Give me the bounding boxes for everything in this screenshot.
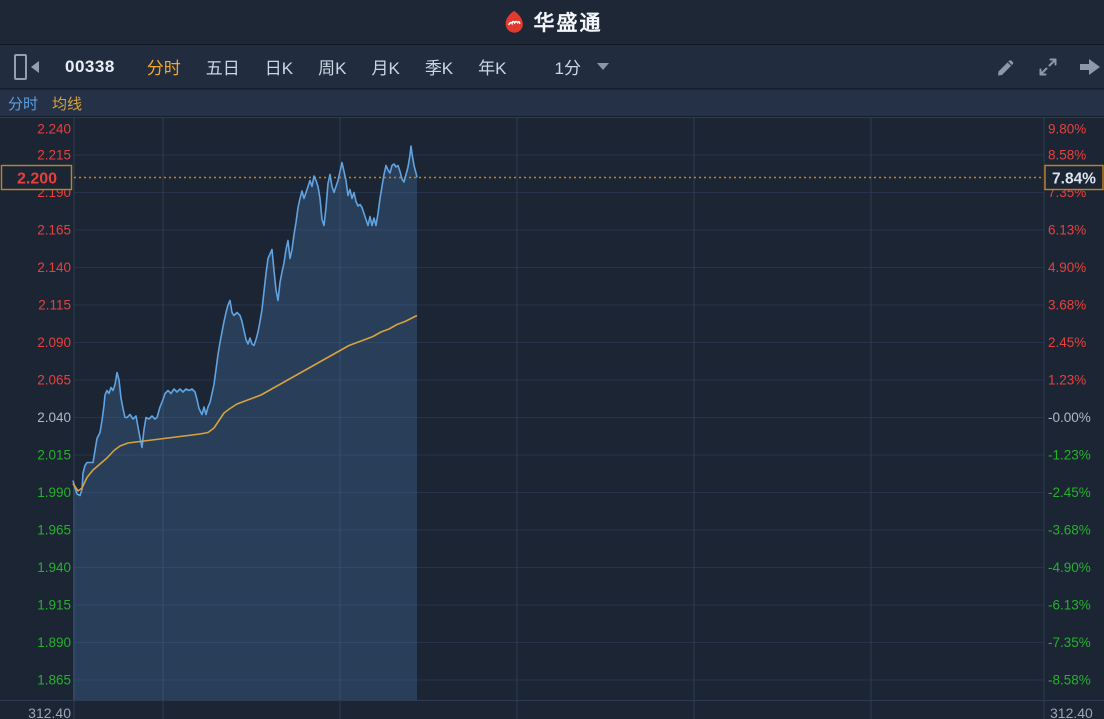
price-tick-label: 1.965 bbox=[37, 523, 71, 538]
pct-tick-label: 6.13% bbox=[1048, 223, 1086, 238]
tab-quarter-k[interactable]: 季K bbox=[421, 52, 457, 81]
pct-tick-label: 9.80% bbox=[1048, 122, 1086, 137]
svg-text:7.84%: 7.84% bbox=[1052, 171, 1096, 188]
pct-tick-label: 3.68% bbox=[1048, 298, 1086, 313]
price-tick-label: 2.090 bbox=[37, 335, 71, 350]
price-tick-label: 1.915 bbox=[37, 598, 71, 613]
price-tick-label: 2.040 bbox=[37, 410, 71, 425]
pct-tick-label: -2.45% bbox=[1048, 485, 1091, 500]
arrow-right-icon[interactable] bbox=[1078, 55, 1102, 79]
tab-month-k[interactable]: 月K bbox=[367, 52, 403, 81]
app-title: 华盛通 bbox=[534, 7, 603, 37]
legend-item-1: 均线 bbox=[52, 93, 82, 114]
pencil-icon[interactable] bbox=[994, 55, 1018, 79]
minute-chart[interactable]: 2.2402.2152.1902.1652.1402.1152.0902.065… bbox=[0, 117, 1104, 719]
pct-tick-label: -1.23% bbox=[1048, 448, 1091, 463]
interval-label: 1分 bbox=[555, 54, 581, 79]
pct-tick-label: 2.45% bbox=[1048, 335, 1086, 350]
price-tick-label: 1.990 bbox=[37, 485, 71, 500]
huasheng-logo-icon bbox=[502, 10, 526, 34]
tab-year-k[interactable]: 年K bbox=[474, 52, 510, 81]
volume-scale-left: 312.40 bbox=[28, 705, 71, 719]
interval-dropdown[interactable]: 1分 bbox=[555, 54, 609, 79]
legend-item-0: 分时 bbox=[8, 93, 38, 114]
price-tick-label: 2.115 bbox=[38, 298, 71, 313]
indicator-legend: 分时均线 bbox=[0, 90, 1104, 117]
collapse-arrow bbox=[31, 61, 39, 73]
period-tabs: 分时五日日K 周K 月K 季K 年K bbox=[143, 52, 511, 81]
price-tick-label: 2.165 bbox=[37, 223, 71, 238]
price-tick-label: 2.240 bbox=[37, 122, 71, 137]
chart-toolbar: 00338 分时五日日K 周K 月K 季K 年K 1分 bbox=[0, 45, 1104, 89]
svg-text:2.200: 2.200 bbox=[17, 171, 57, 188]
pct-tick-label: -7.35% bbox=[1048, 635, 1091, 650]
toolbar-right-icons bbox=[994, 55, 1090, 79]
pct-tick-label: -6.13% bbox=[1048, 598, 1091, 613]
app-header: 华盛通 bbox=[0, 0, 1104, 45]
pct-tick-label: 8.58% bbox=[1048, 148, 1086, 163]
price-tick-label: 2.215 bbox=[37, 148, 71, 163]
pct-tick-label: -4.90% bbox=[1048, 560, 1091, 575]
pct-tick-label: -8.58% bbox=[1048, 673, 1091, 688]
chevron-down-icon bbox=[597, 63, 609, 76]
tab-day-k[interactable]: 日K bbox=[261, 52, 297, 81]
tab-five-day[interactable]: 五日 bbox=[202, 52, 244, 81]
price-tick-label: 1.940 bbox=[37, 560, 71, 575]
pct-tick-label: 4.90% bbox=[1048, 260, 1086, 275]
price-tick-label: 2.140 bbox=[37, 260, 71, 275]
chart-area[interactable]: 2.2402.2152.1902.1652.1402.1152.0902.065… bbox=[0, 117, 1104, 719]
collapse-panel-icon[interactable] bbox=[14, 54, 39, 80]
price-tick-label: 2.015 bbox=[37, 448, 71, 463]
current-price-label: 2.200 bbox=[2, 166, 72, 190]
fullscreen-icon[interactable] bbox=[1036, 55, 1060, 79]
price-tick-label: 1.890 bbox=[37, 635, 71, 650]
pct-tick-label: 1.23% bbox=[1048, 373, 1086, 388]
current-pct-label: 7.84% bbox=[1045, 166, 1103, 190]
volume-scale-right: 312.40 bbox=[1050, 705, 1093, 719]
collapse-rect bbox=[14, 54, 27, 80]
price-tick-label: 2.065 bbox=[37, 373, 71, 388]
price-tick-label: 1.865 bbox=[37, 673, 71, 688]
pct-tick-label: -0.00% bbox=[1048, 410, 1091, 425]
huasheng-trading-window: 华盛通 00338 分时五日日K周K月K季K年K 1分 bbox=[0, 0, 1104, 719]
price-area-fill bbox=[73, 146, 417, 700]
stock-code: 00338 bbox=[65, 57, 115, 77]
tab-week-k[interactable]: 周K bbox=[314, 52, 350, 81]
pct-tick-label: -3.68% bbox=[1048, 523, 1091, 538]
tab-fenshi[interactable]: 分时 bbox=[143, 52, 185, 81]
